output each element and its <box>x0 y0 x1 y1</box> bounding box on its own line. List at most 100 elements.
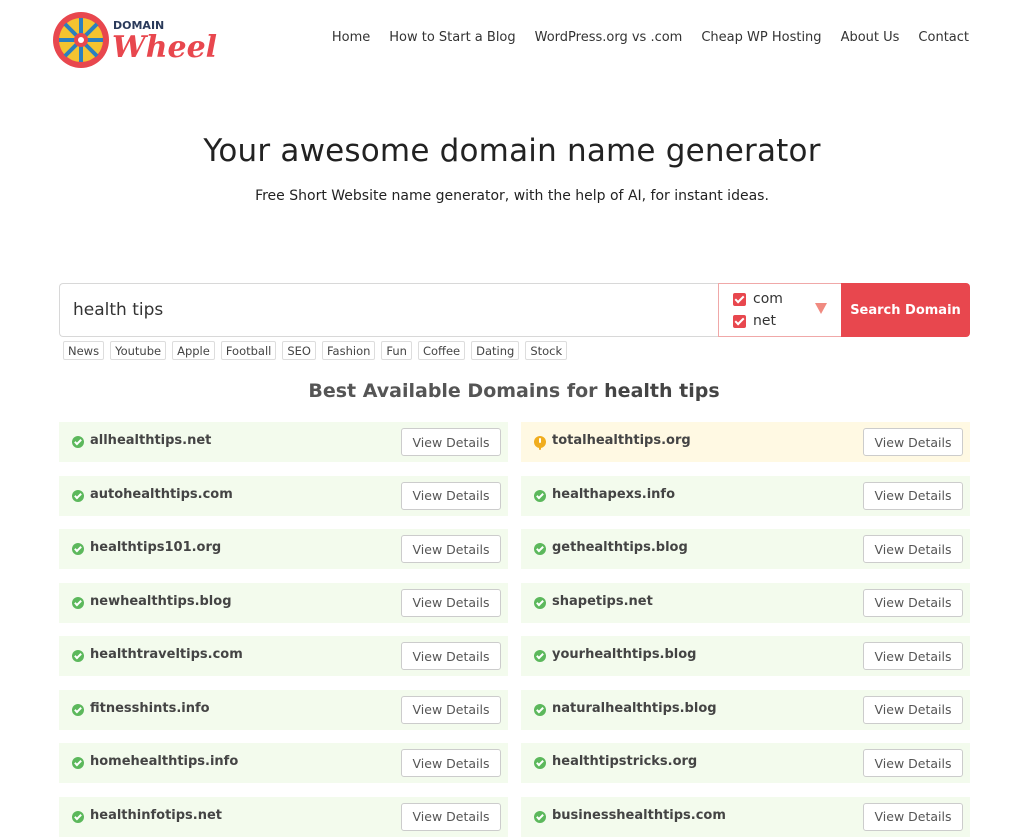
view-details-button[interactable]: View Details <box>863 642 963 670</box>
domain-result-row: allhealthtips.net View Details <box>59 422 508 462</box>
available-check-icon <box>534 757 546 769</box>
domain-name: shapetips.net <box>552 593 653 609</box>
domain-result-row: homehealthtips.info View Details <box>59 743 508 783</box>
available-check-icon <box>72 703 84 716</box>
view-details-button[interactable]: View Details <box>401 535 501 563</box>
tag-fashion[interactable]: Fashion <box>321 341 376 360</box>
checkbox-checked-icon[interactable] <box>733 292 746 306</box>
domain-name: allhealthtips.net <box>90 433 212 448</box>
search-bar: com net Search Domain <box>59 283 970 337</box>
available-check-icon <box>72 757 84 769</box>
domain-name: totalhealthtips.org <box>552 433 691 448</box>
search-domain-button[interactable]: Search Domain <box>841 283 970 337</box>
view-details-button[interactable]: View Details <box>401 749 501 777</box>
tld-option-net[interactable]: net <box>733 313 776 329</box>
domain-name: healthapexs.info <box>552 486 676 502</box>
domain-result-row: gethealthtips.blog View Details <box>521 529 970 569</box>
tag-seo[interactable]: SEO <box>282 341 316 360</box>
view-details-button[interactable]: View Details <box>863 695 963 724</box>
nav-cheap-hosting[interactable]: Cheap WP Hosting <box>701 30 821 45</box>
tag-apple[interactable]: Apple <box>172 341 215 360</box>
nav-home[interactable]: Home <box>332 30 370 45</box>
domain-name: healthinfotips.net <box>90 807 223 823</box>
available-check-icon <box>72 650 84 662</box>
suggestion-tags: News Youtube Apple Football SEO Fashion Fun Cof… <box>63 341 568 360</box>
domain-name: homehealthtips.info <box>90 754 239 769</box>
tag-dating[interactable]: Dating <box>471 341 520 360</box>
tag-news[interactable]: News <box>63 341 105 360</box>
main-nav: Home How to Start a Blog WordPress.org v… <box>332 30 969 45</box>
page-title: Your awesome domain name generator <box>203 133 821 169</box>
available-check-icon <box>72 543 84 555</box>
available-check-icon <box>72 436 84 448</box>
domain-result-row: naturalhealthtips.blog View Details <box>521 689 970 730</box>
available-check-icon <box>534 543 546 555</box>
domain-wheel-logo[interactable]: DOMAIN Wheel <box>51 9 227 71</box>
domain-result-row: healthtraveltips.com View Details <box>59 636 508 676</box>
results-heading: Best Available Domains for health tips <box>0 380 1024 402</box>
view-details-button[interactable]: View Details <box>401 481 501 510</box>
tld-selector[interactable]: com net <box>718 283 841 337</box>
tld-label: net <box>753 313 776 329</box>
tld-label: com <box>753 291 783 307</box>
domain-result-row: fitnesshints.info View Details <box>59 689 508 730</box>
view-details-button[interactable]: View Details <box>863 802 963 831</box>
domain-result-row: newhealthtips.blog View Details <box>59 582 508 623</box>
view-details-button[interactable]: View Details <box>863 588 963 617</box>
view-details-button[interactable]: View Details <box>401 588 501 617</box>
available-check-icon <box>534 489 546 502</box>
tag-coffee[interactable]: Coffee <box>417 341 466 360</box>
domain-name: autohealthtips.com <box>90 486 233 502</box>
search-input[interactable] <box>59 283 718 337</box>
nav-about[interactable]: About Us <box>841 30 900 45</box>
domain-name: gethealthtips.blog <box>552 540 688 555</box>
domain-result-row: shapetips.net View Details <box>521 582 970 623</box>
tag-stock[interactable]: Stock <box>525 341 568 360</box>
view-details-button[interactable]: View Details <box>401 802 501 831</box>
available-check-icon <box>72 489 84 502</box>
domain-result-row: autohealthtips.com View Details <box>59 475 508 516</box>
domain-result-row: totalhealthtips.org View Details <box>521 422 970 462</box>
tag-youtube[interactable]: Youtube <box>110 341 167 360</box>
domain-result-row: healthapexs.info View Details <box>521 475 970 516</box>
warning-icon <box>534 436 546 448</box>
checkbox-checked-icon[interactable] <box>733 314 746 328</box>
page-subtitle: Free Short Website name generator, with … <box>255 188 769 204</box>
tag-football[interactable]: Football <box>220 341 277 360</box>
dropdown-arrow-icon[interactable] <box>815 303 827 314</box>
domain-result-row: healthtipstricks.org View Details <box>521 743 970 783</box>
domain-name: fitnesshints.info <box>90 700 210 716</box>
domain-result-row: yourhealthtips.blog View Details <box>521 636 970 676</box>
available-check-icon <box>72 810 84 823</box>
view-details-button[interactable]: View Details <box>401 428 501 456</box>
svg-text:Wheel: Wheel <box>112 30 217 65</box>
results-heading-prefix: Best Available Domains for <box>308 380 598 402</box>
view-details-button[interactable]: View Details <box>401 642 501 670</box>
available-check-icon <box>534 703 546 716</box>
nav-start-blog[interactable]: How to Start a Blog <box>389 30 515 45</box>
nav-wp-vs-com[interactable]: WordPress.org vs .com <box>535 30 683 45</box>
view-details-button[interactable]: View Details <box>863 428 963 456</box>
domain-name: newhealthtips.blog <box>90 593 232 609</box>
available-check-icon <box>534 810 546 823</box>
view-details-button[interactable]: View Details <box>863 481 963 510</box>
domain-name: businesshealthtips.com <box>552 807 726 823</box>
tag-fun[interactable]: Fun <box>381 341 412 360</box>
site-header: DOMAIN Wheel Home How to Start a Blog Wo… <box>0 0 1024 80</box>
nav-contact[interactable]: Contact <box>918 30 969 45</box>
domain-name: naturalhealthtips.blog <box>552 700 717 716</box>
results-heading-term: health tips <box>604 380 720 402</box>
domain-result-row: businesshealthtips.com View Details <box>521 796 970 837</box>
domain-name: healthtips101.org <box>90 540 222 555</box>
domain-result-row: healthtips101.org View Details <box>59 529 508 569</box>
domain-result-row: healthinfotips.net View Details <box>59 796 508 837</box>
domain-name: healthtipstricks.org <box>552 754 698 769</box>
view-details-button[interactable]: View Details <box>863 749 963 777</box>
tld-option-com[interactable]: com <box>733 291 783 307</box>
view-details-button[interactable]: View Details <box>401 695 501 724</box>
domain-name: healthtraveltips.com <box>90 647 243 662</box>
available-check-icon <box>534 596 546 609</box>
available-check-icon <box>534 650 546 662</box>
view-details-button[interactable]: View Details <box>863 535 963 563</box>
available-check-icon <box>72 596 84 609</box>
